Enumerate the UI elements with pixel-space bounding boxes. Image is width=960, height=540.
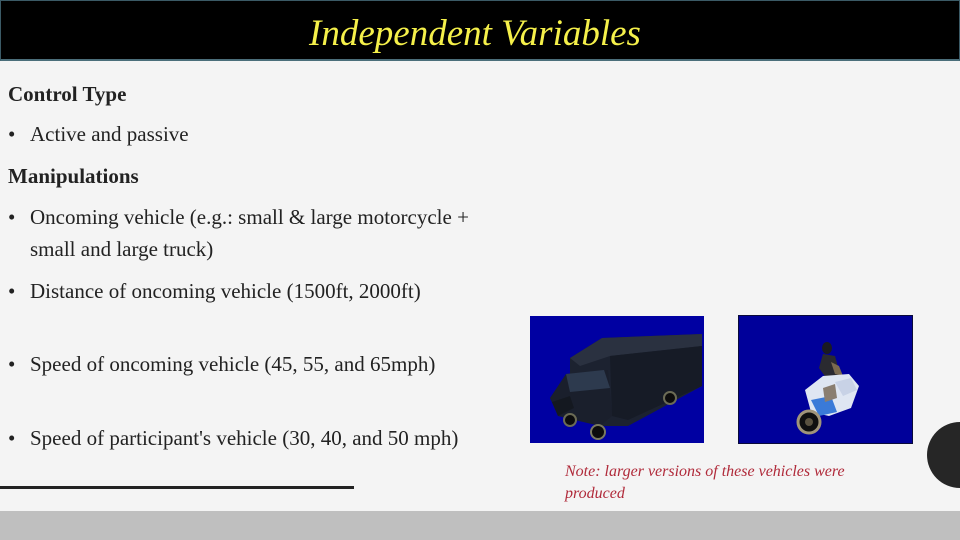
section-heading-manipulations: Manipulations [8,164,139,188]
bullet-icon: • [8,205,16,229]
bullet-item: • Speed of oncoming vehicle (45, 55, and… [8,348,470,380]
vehicle-note: Note: larger versions of these vehicles … [565,463,845,502]
title-bar: Independent Variables [0,0,960,61]
bullet-icon: • [8,122,16,146]
bullet-text: Oncoming vehicle (e.g.: small & large mo… [30,205,469,261]
truck-icon [550,334,702,440]
bullet-icon: • [8,279,16,303]
slide-title: Independent Variables [309,13,641,54]
bullet-item: • Distance of oncoming vehicle (1500ft, … [8,275,470,307]
bullet-text: Active and passive [30,122,189,146]
bullet-item: • Speed of participant's vehicle (30, 40… [8,422,490,454]
bullet-item: • Active and passive [8,118,189,150]
divider-line [0,486,354,489]
bullet-icon: • [8,426,16,450]
bullet-text: Distance of oncoming vehicle (1500ft, 20… [30,279,421,303]
bullet-item: • Oncoming vehicle (e.g.: small & large … [8,201,470,265]
bullet-icon: • [8,352,16,376]
motorcycle-icon [796,342,859,435]
section-heading-control-type: Control Type [8,82,127,106]
footer-band [0,511,960,540]
decorative-circle [927,422,960,488]
motorcycle-image [738,315,913,444]
bullet-text: Speed of oncoming vehicle (45, 55, and 6… [30,352,436,376]
truck-image [530,316,704,443]
bullet-text: Speed of participant's vehicle (30, 40, … [30,426,459,450]
